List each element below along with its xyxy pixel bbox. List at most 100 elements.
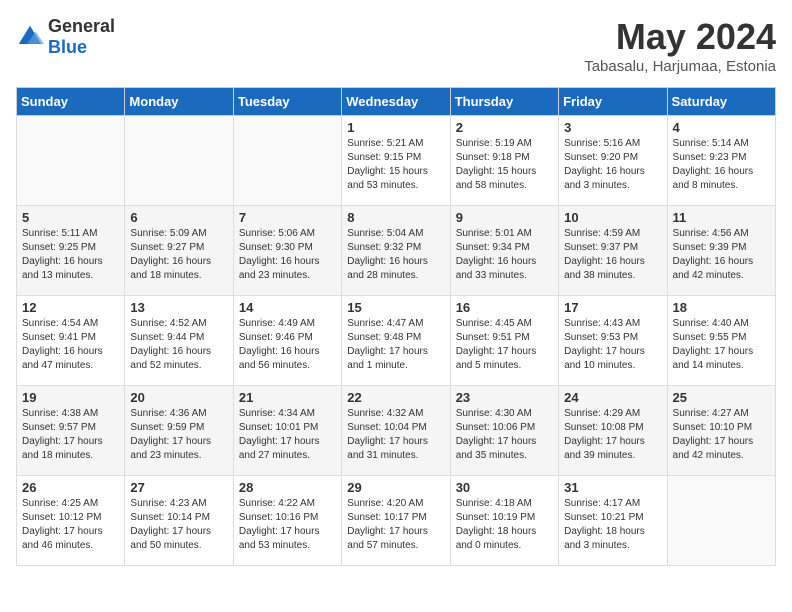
- calendar-cell: 18 Sunrise: 4:40 AM Sunset: 9:55 PM Dayli…: [667, 296, 775, 386]
- logo-blue: Blue: [48, 37, 87, 57]
- day-number: 5: [22, 210, 119, 225]
- day-number: 22: [347, 390, 444, 405]
- day-number: 25: [673, 390, 770, 405]
- calendar-cell: 5 Sunrise: 5:11 AM Sunset: 9:25 PM Daylig…: [17, 206, 125, 296]
- day-info: Sunrise: 4:29 AM Sunset: 10:08 PM Daylig…: [564, 407, 661, 463]
- week-row-1: 1 Sunrise: 5:21 AM Sunset: 9:15 PM Daylig…: [17, 116, 776, 206]
- day-number: 16: [456, 300, 553, 315]
- calendar-cell: 20 Sunrise: 4:36 AM Sunset: 9:59 PM Dayli…: [125, 386, 233, 476]
- day-header-monday: Monday: [125, 88, 233, 116]
- location-title: Tabasalu, Harjumaa, Estonia: [584, 58, 776, 75]
- day-number: 7: [239, 210, 336, 225]
- day-info: Sunrise: 4:27 AM Sunset: 10:10 PM Daylig…: [673, 407, 770, 463]
- calendar-cell: 14Sunrise: 4:49 AM Sunset: 9:46 PM Dayli…: [233, 296, 341, 386]
- calendar-table: SundayMondayTuesdayWednesdayThursdayFrid…: [16, 87, 776, 566]
- calendar-cell: 1 Sunrise: 5:21 AM Sunset: 9:15 PM Daylig…: [342, 116, 450, 206]
- calendar-cell: 24 Sunrise: 4:29 AM Sunset: 10:08 PM Dayl…: [559, 386, 667, 476]
- day-info: Sunrise: 4:45 AM Sunset: 9:51 PM Dayligh…: [456, 317, 553, 373]
- day-info: Sunrise: 4:38 AM Sunset: 9:57 PM Dayligh…: [22, 407, 119, 463]
- calendar-cell: 13 Sunrise: 4:52 AM Sunset: 9:44 PM Dayli…: [125, 296, 233, 386]
- day-info: Sunrise: 5:09 AM Sunset: 9:27 PM Dayligh…: [130, 227, 227, 283]
- day-info: Sunrise: 5:21 AM Sunset: 9:15 PM Dayligh…: [347, 137, 444, 193]
- day-info: Sunrise: 4:25 AM Sunset: 10:12 PM Daylig…: [22, 497, 119, 553]
- day-number: 9: [456, 210, 553, 225]
- calendar-cell: [667, 476, 775, 566]
- day-number: 8: [347, 210, 444, 225]
- calendar-cell: 7 Sunrise: 5:06 AM Sunset: 9:30 PM Daylig…: [233, 206, 341, 296]
- calendar-cell: [125, 116, 233, 206]
- day-number: 12: [22, 300, 119, 315]
- day-info: Sunrise: 4:23 AM Sunset: 10:14 PM Daylig…: [130, 497, 227, 553]
- calendar-cell: 26Sunrise: 4:25 AM Sunset: 10:12 PM Dayl…: [17, 476, 125, 566]
- calendar-cell: 11Sunrise: 4:56 AM Sunset: 9:39 PM Dayli…: [667, 206, 775, 296]
- calendar-cell: 6 Sunrise: 5:09 AM Sunset: 9:27 PM Daylig…: [125, 206, 233, 296]
- logo-general: General: [48, 16, 115, 36]
- calendar-cell: 12 Sunrise: 4:54 AM Sunset: 9:41 PM Dayli…: [17, 296, 125, 386]
- logo-icon: [16, 23, 44, 51]
- day-info: Sunrise: 5:16 AM Sunset: 9:20 PM Dayligh…: [564, 137, 661, 193]
- day-number: 3: [564, 120, 661, 135]
- day-number: 11: [673, 210, 770, 225]
- day-number: 31: [564, 480, 661, 495]
- days-header-row: SundayMondayTuesdayWednesdayThursdayFrid…: [17, 88, 776, 116]
- day-number: 15: [347, 300, 444, 315]
- day-header-wednesday: Wednesday: [342, 88, 450, 116]
- day-header-saturday: Saturday: [667, 88, 775, 116]
- day-header-sunday: Sunday: [17, 88, 125, 116]
- day-info: Sunrise: 4:59 AM Sunset: 9:37 PM Dayligh…: [564, 227, 661, 283]
- calendar-cell: 23Sunrise: 4:30 AM Sunset: 10:06 PM Dayl…: [450, 386, 558, 476]
- day-info: Sunrise: 4:52 AM Sunset: 9:44 PM Dayligh…: [130, 317, 227, 373]
- day-number: 10: [564, 210, 661, 225]
- day-info: Sunrise: 4:43 AM Sunset: 9:53 PM Dayligh…: [564, 317, 661, 373]
- day-number: 27: [130, 480, 227, 495]
- calendar-cell: 25 Sunrise: 4:27 AM Sunset: 10:10 PM Dayl…: [667, 386, 775, 476]
- day-info: Sunrise: 4:18 AM Sunset: 10:19 PM Daylig…: [456, 497, 553, 553]
- month-title: May 2024: [584, 16, 776, 58]
- day-info: Sunrise: 5:06 AM Sunset: 9:30 PM Dayligh…: [239, 227, 336, 283]
- day-number: 23: [456, 390, 553, 405]
- logo-text: General Blue: [48, 16, 115, 58]
- calendar-cell: 8Sunrise: 5:04 AM Sunset: 9:32 PM Daylig…: [342, 206, 450, 296]
- day-info: Sunrise: 4:22 AM Sunset: 10:16 PM Daylig…: [239, 497, 336, 553]
- title-area: May 2024 Tabasalu, Harjumaa, Estonia: [584, 16, 776, 75]
- day-info: Sunrise: 4:36 AM Sunset: 9:59 PM Dayligh…: [130, 407, 227, 463]
- day-number: 21: [239, 390, 336, 405]
- day-number: 20: [130, 390, 227, 405]
- calendar-cell: 3 Sunrise: 5:16 AM Sunset: 9:20 PM Daylig…: [559, 116, 667, 206]
- day-number: 6: [130, 210, 227, 225]
- day-number: 18: [673, 300, 770, 315]
- calendar-cell: 22 Sunrise: 4:32 AM Sunset: 10:04 PM Dayl…: [342, 386, 450, 476]
- calendar-cell: 10 Sunrise: 4:59 AM Sunset: 9:37 PM Dayli…: [559, 206, 667, 296]
- day-number: 2: [456, 120, 553, 135]
- calendar-cell: 29Sunrise: 4:20 AM Sunset: 10:17 PM Dayl…: [342, 476, 450, 566]
- calendar-cell: 31 Sunrise: 4:17 AM Sunset: 10:21 PM Dayl…: [559, 476, 667, 566]
- calendar-cell: 28 Sunrise: 4:22 AM Sunset: 10:16 PM Dayl…: [233, 476, 341, 566]
- calendar-cell: 9Sunrise: 5:01 AM Sunset: 9:34 PM Daylig…: [450, 206, 558, 296]
- calendar-cell: [17, 116, 125, 206]
- calendar-cell: 19Sunrise: 4:38 AM Sunset: 9:57 PM Dayli…: [17, 386, 125, 476]
- day-number: 28: [239, 480, 336, 495]
- day-info: Sunrise: 4:54 AM Sunset: 9:41 PM Dayligh…: [22, 317, 119, 373]
- day-number: 13: [130, 300, 227, 315]
- day-info: Sunrise: 4:32 AM Sunset: 10:04 PM Daylig…: [347, 407, 444, 463]
- calendar-cell: 21Sunrise: 4:34 AM Sunset: 10:01 PM Dayl…: [233, 386, 341, 476]
- day-number: 4: [673, 120, 770, 135]
- day-info: Sunrise: 4:17 AM Sunset: 10:21 PM Daylig…: [564, 497, 661, 553]
- day-info: Sunrise: 4:20 AM Sunset: 10:17 PM Daylig…: [347, 497, 444, 553]
- day-info: Sunrise: 5:11 AM Sunset: 9:25 PM Dayligh…: [22, 227, 119, 283]
- calendar-cell: 27 Sunrise: 4:23 AM Sunset: 10:14 PM Dayl…: [125, 476, 233, 566]
- day-number: 1: [347, 120, 444, 135]
- day-info: Sunrise: 4:40 AM Sunset: 9:55 PM Dayligh…: [673, 317, 770, 373]
- calendar-cell: 15Sunrise: 4:47 AM Sunset: 9:48 PM Dayli…: [342, 296, 450, 386]
- day-header-thursday: Thursday: [450, 88, 558, 116]
- day-header-friday: Friday: [559, 88, 667, 116]
- week-row-5: 26Sunrise: 4:25 AM Sunset: 10:12 PM Dayl…: [17, 476, 776, 566]
- calendar-cell: 17 Sunrise: 4:43 AM Sunset: 9:53 PM Dayli…: [559, 296, 667, 386]
- calendar-cell: 30Sunrise: 4:18 AM Sunset: 10:19 PM Dayl…: [450, 476, 558, 566]
- day-number: 24: [564, 390, 661, 405]
- calendar-cell: 16 Sunrise: 4:45 AM Sunset: 9:51 PM Dayli…: [450, 296, 558, 386]
- day-info: Sunrise: 5:19 AM Sunset: 9:18 PM Dayligh…: [456, 137, 553, 193]
- calendar-cell: [233, 116, 341, 206]
- day-number: 17: [564, 300, 661, 315]
- week-row-2: 5 Sunrise: 5:11 AM Sunset: 9:25 PM Daylig…: [17, 206, 776, 296]
